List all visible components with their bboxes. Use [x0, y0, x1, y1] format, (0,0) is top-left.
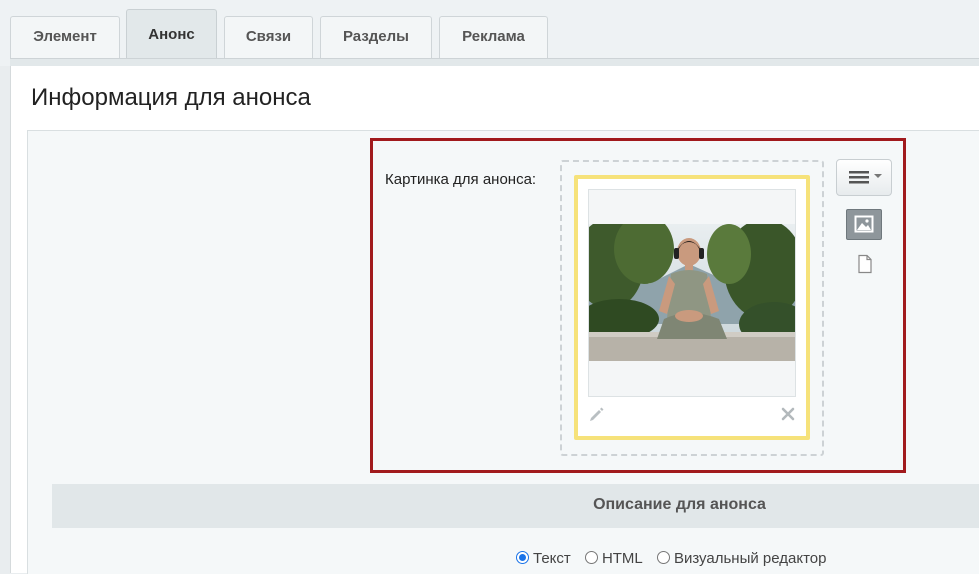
- menu-icon: [849, 171, 882, 184]
- tab-sections[interactable]: Разделы: [320, 16, 432, 58]
- tab-announce[interactable]: Анонс: [126, 9, 217, 60]
- radio-text-dot[interactable]: [516, 551, 529, 564]
- radio-html-dot[interactable]: [584, 551, 598, 564]
- radio-visual-dot[interactable]: [656, 551, 670, 564]
- preview-image-label: Картинка для анонса:: [385, 171, 537, 188]
- pencil-icon[interactable]: [588, 405, 606, 423]
- image-icon: [854, 215, 874, 233]
- radio-visual-label: Визуальный редактор: [673, 550, 827, 567]
- tab-element[interactable]: Элемент: [10, 16, 120, 58]
- file-icon[interactable]: [856, 254, 874, 274]
- tab-bar: Элемент Анонс Связи Разделы Реклама: [0, 0, 979, 67]
- tab-links[interactable]: Связи: [224, 16, 313, 58]
- image-preview-frame: [574, 175, 810, 440]
- tab-ads[interactable]: Реклама: [439, 16, 548, 58]
- page-title: Информация для анонса: [31, 84, 311, 111]
- close-icon[interactable]: [780, 406, 796, 422]
- description-header: Описание для анонса: [52, 484, 979, 528]
- radio-html[interactable]: HTML: [584, 550, 643, 567]
- radio-text[interactable]: Текст: [516, 550, 571, 567]
- radio-html-label: HTML: [601, 550, 643, 567]
- preview-photo: [589, 224, 795, 361]
- radio-visual-editor[interactable]: Визуальный редактор: [656, 550, 827, 567]
- description-heading: Описание для анонса: [593, 496, 766, 513]
- menu-button[interactable]: [836, 159, 892, 196]
- image-thumbnail[interactable]: [588, 189, 796, 397]
- radio-text-label: Текст: [533, 550, 571, 567]
- description-type-radios: Текст HTML Визуальный редактор: [516, 550, 836, 567]
- image-mode-button[interactable]: [846, 209, 882, 240]
- tab-panel: Информация для анонса Картинка для анонс…: [10, 66, 979, 574]
- form-content: Картинка для анонса: Описание для анонса…: [27, 130, 979, 574]
